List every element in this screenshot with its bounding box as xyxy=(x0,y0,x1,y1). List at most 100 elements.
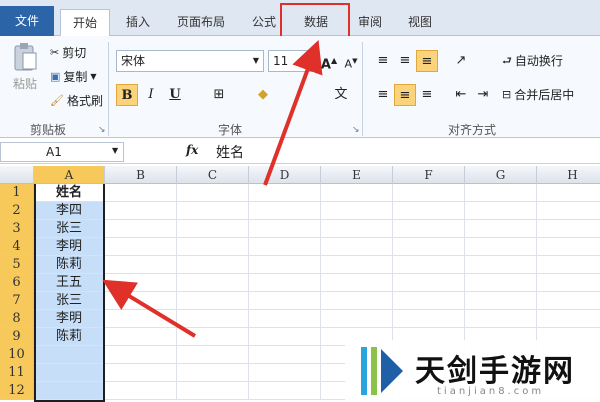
cell[interactable] xyxy=(105,292,177,310)
merge-center-button[interactable]: ⊟ 合并后居中 xyxy=(502,86,574,103)
align-top-icon[interactable]: ≡ xyxy=(372,50,394,72)
format-painter-button[interactable]: 🖌 格式刷 xyxy=(50,92,103,109)
align-right-icon[interactable]: ≡ xyxy=(416,84,438,106)
cell[interactable] xyxy=(465,310,537,328)
cell[interactable] xyxy=(249,274,321,292)
row-header[interactable]: 11 xyxy=(0,364,34,382)
paste-button[interactable]: 粘贴 xyxy=(8,42,42,92)
column-header-d[interactable]: D xyxy=(249,166,321,184)
row-header[interactable]: 5 xyxy=(0,256,34,274)
formula-input[interactable]: 姓名 xyxy=(216,142,244,162)
cell[interactable] xyxy=(537,256,600,274)
cell[interactable]: 姓名 xyxy=(34,184,105,202)
cell[interactable] xyxy=(105,220,177,238)
cell[interactable]: 张三 xyxy=(34,292,105,310)
cell[interactable]: 李四 xyxy=(34,202,105,220)
bold-button[interactable]: B xyxy=(116,84,138,106)
grow-font-button[interactable]: A▲ xyxy=(318,50,340,72)
cell[interactable]: 李明 xyxy=(34,238,105,256)
cell[interactable] xyxy=(249,238,321,256)
cell[interactable] xyxy=(537,220,600,238)
cell[interactable] xyxy=(393,310,465,328)
cell[interactable] xyxy=(249,184,321,202)
cell[interactable] xyxy=(249,382,321,400)
decrease-indent-icon[interactable]: ⇤ xyxy=(450,84,472,106)
cell[interactable]: 陈莉 xyxy=(34,256,105,274)
row-header[interactable]: 1 xyxy=(0,184,34,202)
cell[interactable] xyxy=(34,382,105,400)
cell[interactable] xyxy=(321,292,393,310)
cell[interactable] xyxy=(465,220,537,238)
cell[interactable] xyxy=(321,220,393,238)
tab-insert[interactable]: 插入 xyxy=(118,9,158,36)
tab-file[interactable]: 文件 xyxy=(0,6,54,36)
border-icon[interactable]: ⊞ xyxy=(208,84,230,106)
cell[interactable] xyxy=(177,310,249,328)
cell[interactable] xyxy=(177,238,249,256)
cell[interactable]: 陈莉 xyxy=(34,328,105,346)
cell[interactable] xyxy=(537,274,600,292)
cell[interactable] xyxy=(105,382,177,400)
cell[interactable] xyxy=(105,256,177,274)
cell[interactable] xyxy=(393,202,465,220)
cell[interactable] xyxy=(465,202,537,220)
cell[interactable] xyxy=(249,220,321,238)
row-header[interactable]: 3 xyxy=(0,220,34,238)
cell[interactable] xyxy=(465,184,537,202)
cell[interactable] xyxy=(249,256,321,274)
fill-color-icon[interactable]: ◆ xyxy=(252,84,274,106)
copy-button[interactable]: ▣ 复制 ▼ xyxy=(50,68,97,85)
column-header-f[interactable]: F xyxy=(393,166,465,184)
cell[interactable] xyxy=(537,292,600,310)
row-header[interactable]: 2 xyxy=(0,202,34,220)
align-middle-icon[interactable]: ≡ xyxy=(394,50,416,72)
select-all-corner[interactable] xyxy=(0,166,34,184)
cell[interactable] xyxy=(393,220,465,238)
tab-review[interactable]: 审阅 xyxy=(350,9,390,36)
wrap-text-button[interactable]: ⮐ 自动换行 xyxy=(502,52,563,69)
name-box[interactable]: A1 xyxy=(0,142,124,162)
cell[interactable]: 张三 xyxy=(34,220,105,238)
increase-indent-icon[interactable]: ⇥ xyxy=(472,84,494,106)
cell[interactable] xyxy=(249,292,321,310)
column-header-a[interactable]: A xyxy=(34,166,105,184)
cell[interactable] xyxy=(34,346,105,364)
cell[interactable] xyxy=(321,238,393,256)
cell[interactable] xyxy=(465,238,537,256)
tab-view[interactable]: 视图 xyxy=(400,9,440,36)
cell[interactable] xyxy=(105,238,177,256)
row-header[interactable]: 12 xyxy=(0,382,34,400)
cell[interactable]: 李明 xyxy=(34,310,105,328)
cell[interactable] xyxy=(177,328,249,346)
cell[interactable] xyxy=(34,364,105,382)
clipboard-launcher-icon[interactable]: ↘ xyxy=(98,125,106,135)
cell[interactable] xyxy=(393,292,465,310)
cell[interactable] xyxy=(393,238,465,256)
cell[interactable] xyxy=(105,202,177,220)
align-left-icon[interactable]: ≡ xyxy=(372,84,394,106)
row-header[interactable]: 9 xyxy=(0,328,34,346)
cell[interactable] xyxy=(105,364,177,382)
cell[interactable] xyxy=(537,310,600,328)
cell[interactable] xyxy=(249,346,321,364)
cell[interactable] xyxy=(177,292,249,310)
cell[interactable] xyxy=(249,328,321,346)
cell[interactable] xyxy=(177,346,249,364)
underline-button[interactable]: U xyxy=(164,84,186,106)
column-header-e[interactable]: E xyxy=(321,166,393,184)
fx-button[interactable]: fx xyxy=(186,143,198,157)
row-header[interactable]: 8 xyxy=(0,310,34,328)
cell[interactable] xyxy=(105,310,177,328)
cell[interactable] xyxy=(177,184,249,202)
orientation-icon[interactable]: ↗ xyxy=(450,50,472,72)
tab-formulas[interactable]: 公式 xyxy=(244,9,284,36)
cell[interactable] xyxy=(105,346,177,364)
phonetic-icon[interactable]: 文 xyxy=(330,84,352,106)
cell[interactable] xyxy=(105,328,177,346)
cell[interactable] xyxy=(393,184,465,202)
cut-button[interactable]: ✂ 剪切 xyxy=(50,44,86,61)
cell[interactable] xyxy=(537,202,600,220)
font-name-combo[interactable]: 宋体 ▼ xyxy=(116,50,264,72)
row-header[interactable]: 6 xyxy=(0,274,34,292)
column-header-b[interactable]: B xyxy=(105,166,177,184)
